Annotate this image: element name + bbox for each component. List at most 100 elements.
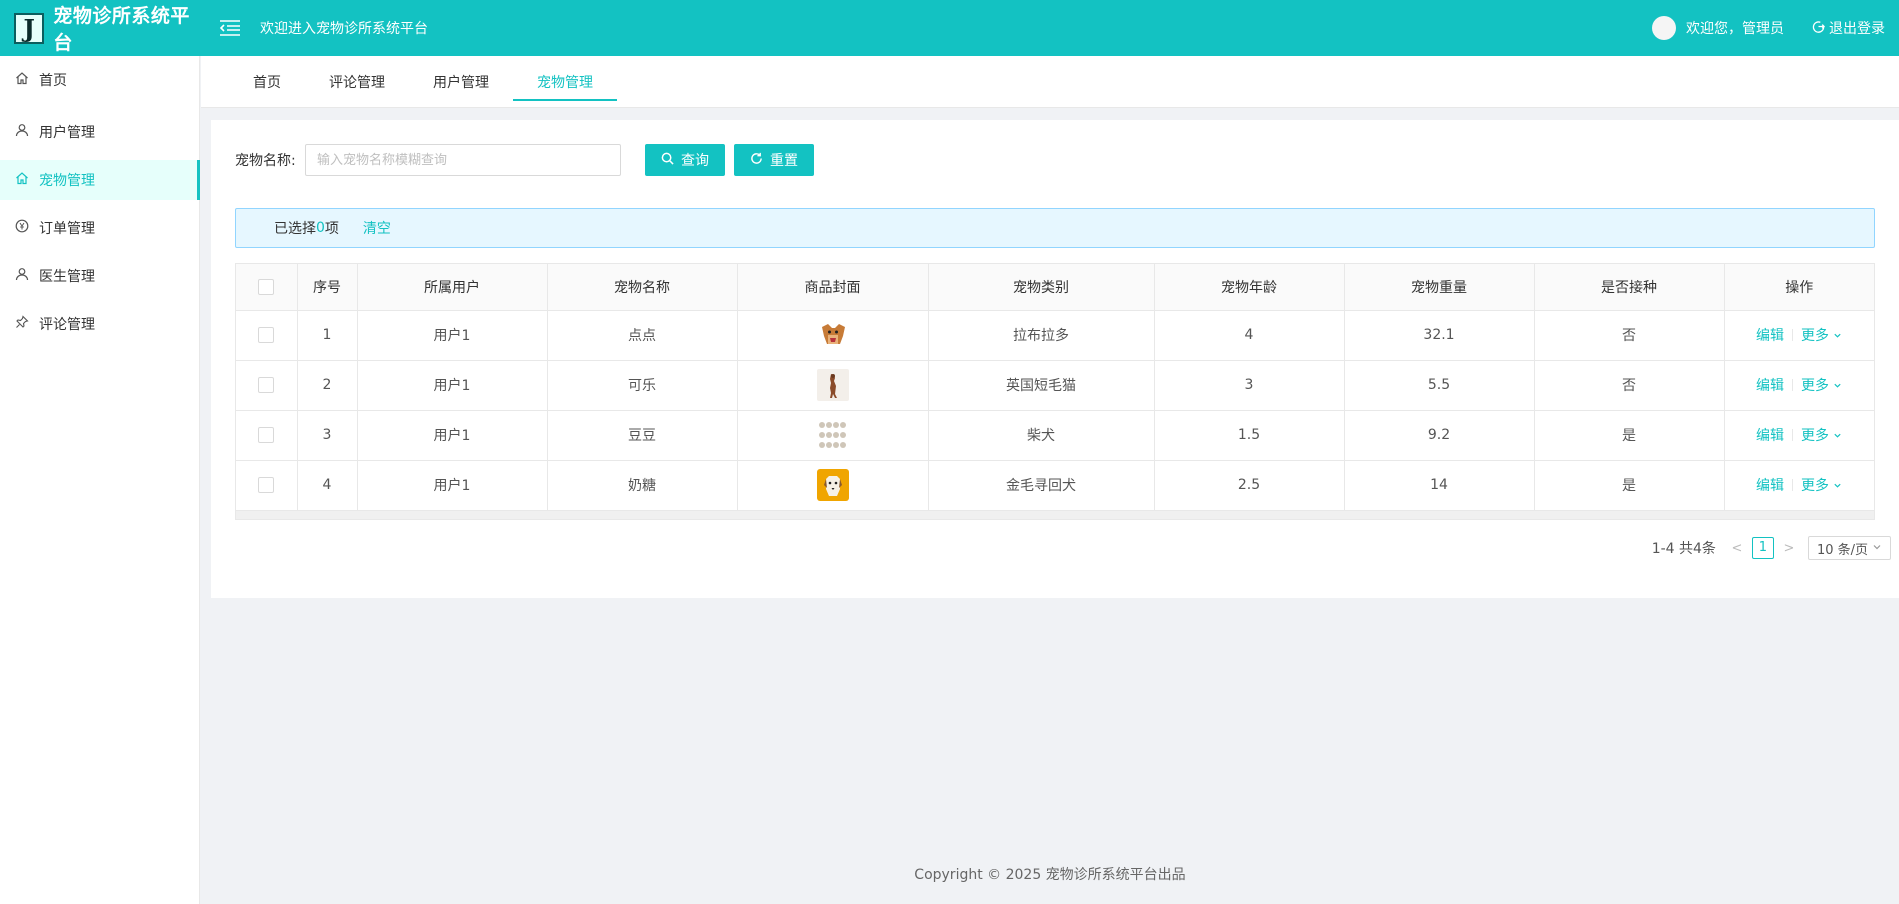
row-checkbox[interactable] — [258, 377, 275, 393]
avatar[interactable] — [1652, 16, 1676, 40]
column-header: 商品封面 — [737, 264, 929, 311]
pagination: 1-4 共4条 < 1 > 10 条/页 — [1652, 536, 1891, 560]
cell-vaccinated: 是 — [1534, 460, 1725, 511]
cell-cover — [737, 310, 929, 361]
reload-icon — [750, 152, 770, 169]
clear-selection-link[interactable]: 清空 — [363, 218, 391, 238]
more-dropdown[interactable]: 更多 — [1801, 375, 1842, 395]
tab-comments[interactable]: 评论管理 — [305, 56, 409, 108]
sidebar: 首页 用户管理 宠物管理 订单管理 医生管理 评论管理 — [0, 56, 200, 904]
pagination-total: 1-4 共4条 — [1651, 541, 1716, 557]
cell-category: 英国短毛猫 — [928, 360, 1155, 411]
row-checkbox[interactable] — [258, 327, 275, 343]
selection-alert: 已选择 0 项 清空 — [235, 208, 1875, 248]
sidebar-item-pets[interactable]: 宠物管理 — [0, 160, 200, 200]
prev-page-icon[interactable]: < — [1726, 541, 1748, 556]
pets-table: 序号 所属用户 宠物名称 商品封面 宠物类别 宠物年龄 宠物重量 是否接种 操作… — [235, 263, 1875, 520]
tab-home[interactable]: 首页 — [229, 56, 305, 108]
table-row: 2 用户1 可乐 英国短毛猫 3 5.5 否 编辑 更多 — [236, 360, 1874, 411]
cell-vaccinated: 否 — [1534, 310, 1725, 361]
more-dropdown[interactable]: 更多 — [1801, 475, 1842, 495]
chevron-down-icon — [1833, 328, 1842, 344]
cell-actions: 编辑 更多 — [1724, 360, 1874, 411]
tab-pets[interactable]: 宠物管理 — [513, 56, 617, 108]
sidebar-item-orders[interactable]: 订单管理 — [0, 208, 199, 248]
row-checkbox[interactable] — [258, 477, 275, 493]
cell-cover — [737, 360, 929, 411]
edit-link[interactable]: 编辑 — [1756, 475, 1784, 495]
divider — [1792, 479, 1794, 491]
column-header: 序号 — [297, 264, 358, 311]
cell-age: 1.5 — [1154, 410, 1345, 461]
sidebar-item-label: 评论管理 — [39, 317, 95, 333]
table-header-row: 序号 所属用户 宠物名称 商品封面 宠物类别 宠物年龄 宠物重量 是否接种 操作 — [236, 264, 1874, 311]
edit-link[interactable]: 编辑 — [1756, 375, 1784, 395]
more-label: 更多 — [1801, 428, 1830, 444]
cell-actions: 编辑 更多 — [1724, 460, 1874, 511]
pet-cover-image[interactable] — [816, 369, 849, 401]
more-dropdown[interactable]: 更多 — [1801, 325, 1842, 345]
sidebar-item-users[interactable]: 用户管理 — [0, 112, 199, 152]
more-label: 更多 — [1801, 378, 1830, 394]
pet-name-search-input[interactable] — [305, 144, 621, 176]
sidebar-item-doctors[interactable]: 医生管理 — [0, 256, 199, 296]
next-page-icon[interactable]: > — [1778, 541, 1800, 556]
tab-bar: 首页 评论管理 用户管理 宠物管理 — [201, 56, 1899, 108]
table-row: 1 用户1 点点 拉布拉多 4 32.1 否 编辑 更多 — [236, 310, 1874, 361]
home-icon — [15, 171, 39, 189]
more-dropdown[interactable]: 更多 — [1801, 425, 1842, 445]
column-header: 宠物年龄 — [1154, 264, 1345, 311]
edit-link[interactable]: 编辑 — [1756, 325, 1784, 345]
logout-button[interactable]: 退出登录 — [1812, 18, 1885, 38]
search-form: 宠物名称: 查询 重置 — [235, 144, 814, 176]
pet-cover-image[interactable] — [816, 469, 849, 501]
cell-owner: 用户1 — [357, 410, 548, 461]
cell-name: 可乐 — [547, 360, 738, 411]
top-bar: J 宠物诊所系统平台 欢迎进入宠物诊所系统平台 欢迎您，管理员 退出登录 — [0, 0, 1899, 56]
column-header: 宠物重量 — [1344, 264, 1535, 311]
column-header: 所属用户 — [357, 264, 548, 311]
page-size-select[interactable]: 10 条/页 — [1807, 536, 1891, 560]
table-row: 4 用户1 奶糖 金毛寻回犬 2.5 14 是 编辑 更多 — [236, 460, 1874, 511]
selection-prefix: 已选择 — [274, 221, 316, 237]
select-all-cell — [236, 264, 298, 311]
footer-copyright: Copyright © 2025 宠物诊所系统平台出品 — [914, 867, 1186, 883]
search-icon — [661, 152, 681, 169]
divider — [1792, 379, 1794, 391]
page-number[interactable]: 1 — [1751, 537, 1774, 559]
horizontal-scrollbar[interactable] — [236, 510, 1874, 519]
cell-cover — [737, 410, 929, 461]
sidebar-item-comments[interactable]: 评论管理 — [0, 304, 199, 344]
cell-owner: 用户1 — [357, 460, 548, 511]
search-label: 宠物名称: — [235, 153, 296, 169]
logo: J 宠物诊所系统平台 — [0, 1, 206, 55]
divider — [1792, 329, 1794, 341]
chevron-down-icon — [1833, 478, 1842, 494]
sidebar-item-label: 医生管理 — [39, 269, 95, 285]
select-all-checkbox[interactable] — [258, 278, 275, 295]
column-header: 宠物类别 — [928, 264, 1155, 311]
cell-actions: 编辑 更多 — [1724, 310, 1874, 361]
cell-owner: 用户1 — [357, 310, 548, 361]
sidebar-item-label: 订单管理 — [39, 221, 95, 237]
welcome-message: 欢迎进入宠物诊所系统平台 — [260, 21, 428, 37]
cell-name: 豆豆 — [547, 410, 738, 461]
edit-link[interactable]: 编辑 — [1756, 425, 1784, 445]
divider — [1792, 429, 1794, 441]
sidebar-item-label: 首页 — [39, 73, 67, 89]
menu-fold-icon[interactable] — [218, 16, 242, 40]
cell-age: 2.5 — [1154, 460, 1345, 511]
query-button[interactable]: 查询 — [645, 144, 725, 176]
pet-cover-image[interactable] — [816, 419, 849, 451]
cell-weight: 9.2 — [1344, 410, 1535, 461]
cell-index: 3 — [297, 410, 358, 461]
reset-button[interactable]: 重置 — [734, 144, 814, 176]
selection-count: 0 — [316, 220, 325, 236]
tab-users[interactable]: 用户管理 — [409, 56, 513, 108]
cell-name: 奶糖 — [547, 460, 738, 511]
table-row: 3 用户1 豆豆 柴犬 1.5 9.2 是 编辑 更多 — [236, 410, 1874, 461]
yen-icon — [15, 219, 39, 237]
row-checkbox[interactable] — [258, 427, 275, 443]
pet-cover-image[interactable] — [816, 319, 849, 351]
sidebar-item-home[interactable]: 首页 — [0, 56, 199, 104]
